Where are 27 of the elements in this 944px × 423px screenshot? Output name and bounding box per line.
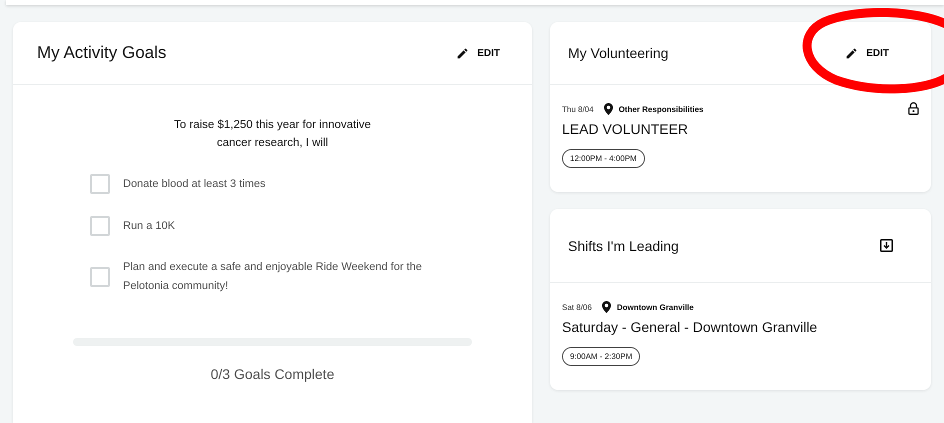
card-title: My Activity Goals [37,43,166,63]
shift-date: Thu 8/04 [562,104,594,114]
shift-location: Downtown Granville [616,302,694,312]
download-icon[interactable] [880,239,893,252]
card-title: My Volunteering [568,45,668,61]
location-pin-icon [604,103,613,115]
edit-button[interactable]: EDIT [841,42,893,64]
goal-label: Donate blood at least 3 times [123,176,266,192]
shift-title: LEAD VOLUNTEER [562,121,690,137]
card-title: Shifts I'm Leading [568,238,679,254]
shift-title: Saturday - General - Downtown Granville [562,319,818,335]
padlock-icon[interactable] [908,102,919,115]
edit-button[interactable]: EDIT [452,42,504,64]
goals-summary: 0/3 Goals Complete [210,366,336,382]
goal-label: Plan and execute a safe and enjoyable Ride Weekend for the Pelotonia community! [123,260,423,294]
location-pin-icon [602,301,611,313]
goals-intro-text: To raise $1,250 this year for innovative cancer research, I will [173,118,372,151]
goal-label: Run a 10K [123,218,175,234]
pencil-icon [845,46,858,60]
checkbox[interactable] [90,174,110,194]
shift-location: Other Responsibilities [618,104,704,114]
checkbox[interactable] [90,216,110,236]
time-pill: 9:00AM - 2:30PM [562,347,640,366]
pencil-icon [456,46,470,60]
checkbox[interactable] [90,267,110,287]
shift-date: Sat 8/06 [562,302,592,312]
time-pill: 12:00PM - 4:00PM [562,149,645,168]
